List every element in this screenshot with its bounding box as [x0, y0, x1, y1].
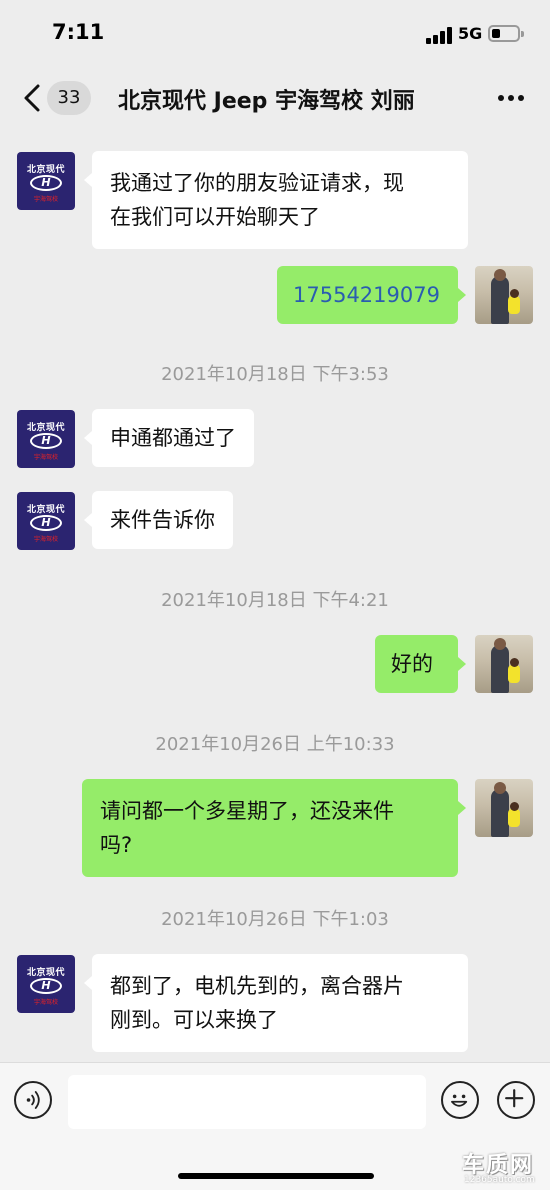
phone-number-link[interactable]: 17554219079	[293, 283, 440, 307]
unread-count-badge[interactable]: 33	[47, 81, 91, 115]
status-bar: 7:11 5G	[0, 0, 550, 66]
message-bubble[interactable]: 都到了，电机先到的，离合器片 刚到。可以来换了	[84, 954, 468, 1052]
message-bubble[interactable]: 请问都一个多星期了，还没来件 吗?	[82, 779, 466, 877]
contact-avatar[interactable]: 北京现代 H 宇海驾校	[17, 152, 75, 210]
message-timestamp: 2021年10月18日 下午3:53	[161, 364, 389, 385]
message-bubble[interactable]: 申通都通过了	[84, 409, 254, 467]
contact-avatar[interactable]: 北京现代 H 宇海驾校	[17, 492, 75, 550]
network-type: 5G	[458, 24, 483, 43]
my-avatar[interactable]	[475, 266, 533, 324]
message-timestamp: 2021年10月26日 下午1:03	[161, 909, 389, 930]
hyundai-logo-icon: H	[30, 175, 62, 191]
my-avatar[interactable]	[475, 635, 533, 693]
voice-icon[interactable]	[14, 1081, 52, 1119]
message-input[interactable]	[68, 1075, 426, 1129]
emoji-icon[interactable]	[441, 1081, 479, 1119]
message-timestamp: 2021年10月26日 上午10:33	[155, 734, 395, 755]
watermark: 车质网 12365auto.com	[462, 1153, 535, 1185]
hyundai-logo-icon: H	[30, 978, 62, 994]
message-bubble[interactable]: 我通过了你的朋友验证请求，现 在我们可以开始聊天了	[84, 151, 468, 249]
message-bubble[interactable]: 好的	[375, 635, 466, 693]
contact-avatar[interactable]: 北京现代 H 宇海驾校	[17, 955, 75, 1013]
contact-avatar[interactable]: 北京现代 H 宇海驾校	[17, 410, 75, 468]
chat-header: 33 北京现代 Jeep 宇海驾校 刘丽	[0, 66, 550, 130]
my-avatar[interactable]	[475, 779, 533, 837]
more-icon[interactable]	[494, 92, 528, 104]
message-timestamp: 2021年10月18日 下午4:21	[161, 590, 389, 611]
signal-icon	[426, 27, 452, 44]
hyundai-logo-icon: H	[30, 515, 62, 531]
status-time: 7:11	[52, 20, 105, 44]
home-indicator	[178, 1173, 374, 1179]
chat-title: 北京现代 Jeep 宇海驾校 刘丽	[118, 89, 415, 114]
battery-icon	[488, 25, 524, 42]
plus-icon[interactable]	[497, 1081, 535, 1119]
message-bubble[interactable]: 来件告诉你	[84, 491, 233, 549]
message-bubble[interactable]: 17554219079	[277, 266, 466, 324]
chevron-left-icon[interactable]	[18, 82, 48, 114]
hyundai-logo-icon: H	[30, 433, 62, 449]
